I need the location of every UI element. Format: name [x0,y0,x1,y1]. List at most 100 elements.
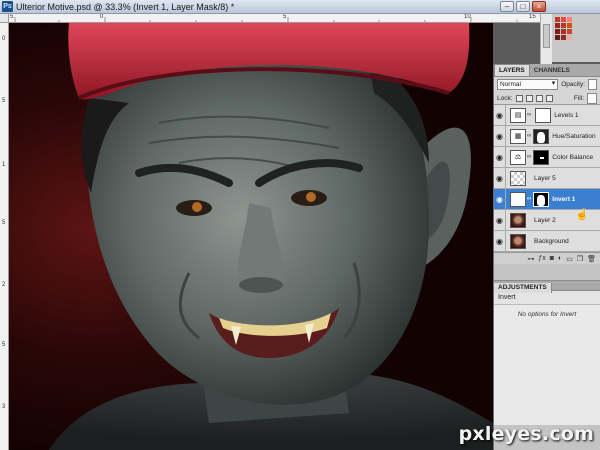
ruler-label: 3 [2,404,6,410]
swatch[interactable] [555,29,560,34]
layer-row[interactable]: ◉ Background [494,230,600,252]
layer-name: Color Balance [552,153,594,161]
swatch[interactable] [561,35,566,40]
document-title: Ulterior Motive.psd @ 33.3% (Invert 1, L… [16,1,235,12]
layer-thumbnail [510,170,526,186]
layer-mask-thumbnail[interactable] [535,107,552,123]
layer-name: Layer 2 [534,216,556,224]
swatch[interactable] [567,29,572,34]
new-layer-icon[interactable]: ❐ [577,255,583,263]
ruler-label: 5 [2,342,6,348]
link-icon: ∞ [527,154,532,160]
fill-field[interactable] [587,92,597,104]
opacity-label: Opacity: [561,81,586,88]
swatch[interactable] [567,23,572,28]
layer-name: Layer 5 [534,174,556,182]
swatch[interactable] [561,17,566,22]
vertical-ruler[interactable]: 0 5 1 5 2 5 3 [0,14,9,450]
maximize-button[interactable]: □ [516,1,530,12]
horizontal-ruler[interactable]: 5 0 5 10 15 [9,14,540,23]
layers-panel-tabs: LAYERS CHANNELS [494,64,600,77]
adjustment-message: No options for Invert [517,311,577,318]
layers-panel: LAYERS CHANNELS Normal Opacity: Lock: Fi… [493,64,600,450]
ruler-label: 1 [2,162,6,168]
ruler-label: 10 [464,14,471,20]
swatch[interactable] [555,35,560,40]
document-canvas[interactable] [9,23,493,450]
lock-pixels-icon[interactable] [525,94,533,102]
window-controls: – □ × [500,1,546,12]
ruler-label: 5 [2,220,6,226]
blend-mode-select[interactable]: Normal [497,79,559,90]
swatch[interactable] [561,29,566,34]
visibility-eye-icon[interactable]: ◉ [494,146,506,168]
hand-cursor-icon: ☝ [575,209,589,221]
opacity-field[interactable] [588,79,597,90]
add-mask-icon[interactable]: ◙ [550,255,554,262]
layer-list: ◉ ▤ ∞ Levels 1 ◉ ▦ ∞ Hue/Saturation ◉ ⚖ … [494,104,600,252]
visibility-eye-icon[interactable]: ◉ [494,188,506,210]
visibility-eye-icon[interactable]: ◉ [494,125,506,147]
new-group-icon[interactable]: ▭ [566,255,573,263]
lock-position-icon[interactable] [535,94,543,102]
canvas-vertical-scrollbar[interactable] [540,14,552,64]
trash-icon[interactable]: 🗑 [587,255,596,263]
link-layers-icon[interactable]: ⊶ [527,255,534,263]
adjustment-layer-icon[interactable]: ◐ [558,255,562,262]
layer-name: Hue/Saturation [552,132,596,140]
layer-mask-thumbnail[interactable] [533,128,550,144]
layer-row[interactable]: ◉ ⚖ ∞ Color Balance [494,146,600,168]
color-balance-adjustment-icon: ⚖ [510,149,526,165]
swatch[interactable] [555,23,560,28]
ruler-label: 5 [283,14,287,20]
photoshop-app-icon: Ps [2,1,13,12]
layers-panel-footer: ⊶ ƒx ◙ ◐ ▭ ❐ 🗑 [494,252,600,264]
ruler-label: 5 [10,14,14,20]
invert-adjustment-icon: ◧ [510,191,526,207]
layer-mask-thumbnail[interactable] [533,191,550,207]
swatch[interactable] [561,23,566,28]
fill-label: Fill: [573,94,584,102]
lock-label: Lock: [497,94,513,102]
swatch[interactable] [555,17,560,22]
layer-thumbnail [510,212,526,228]
watermark-logo: pxleyes.com [458,423,594,445]
tab-adjustments[interactable]: ADJUSTMENTS [494,283,552,293]
tab-channels[interactable]: CHANNELS [530,65,574,76]
visibility-eye-icon[interactable]: ◉ [494,167,506,189]
layer-thumbnail [510,233,526,249]
swatch[interactable] [567,17,572,22]
minimize-button[interactable]: – [500,1,514,12]
ruler-origin[interactable] [0,14,9,23]
vampire-portrait-image [49,23,493,450]
lock-row: Lock: Fill: [494,92,600,105]
tab-layers[interactable]: LAYERS [494,64,530,76]
visibility-eye-icon[interactable]: ◉ [494,104,506,126]
fx-icon[interactable]: ƒx [538,255,545,262]
lock-transparency-icon[interactable] [515,94,523,102]
adjustments-panel-tabs: ADJUSTMENTS [494,280,600,293]
link-icon: ∞ [527,196,532,202]
close-button[interactable]: × [532,1,546,12]
layer-row[interactable]: ◉ ▦ ∞ Hue/Saturation [494,125,600,147]
layer-mask-thumbnail[interactable] [533,149,550,165]
scrollbar-thumb[interactable] [543,24,550,48]
link-icon: ∞ [527,112,532,118]
layer-name: Levels 1 [554,111,579,119]
adjustments-panel-body: No options for Invert [494,305,600,425]
levels-adjustment-icon: ▤ [510,107,526,123]
ruler-label: 5 [2,98,6,104]
visibility-eye-icon[interactable]: ◉ [494,209,506,231]
layer-row[interactable]: ◉ ▤ ∞ Levels 1 [494,104,600,126]
layer-name: Background [534,237,569,245]
ruler-label: 0 [100,14,104,20]
layer-row-selected[interactable]: ◉ ◧ ∞ Invert 1 [494,188,600,210]
visibility-eye-icon[interactable]: ◉ [494,230,506,252]
lock-all-icon[interactable] [545,94,553,102]
horizontal-ruler-ticks [14,17,518,22]
layer-name: Invert 1 [552,195,576,203]
layer-row[interactable]: ◉ Layer 5 [494,167,600,189]
swatch[interactable] [567,35,572,40]
hue-saturation-adjustment-icon: ▦ [510,128,526,144]
ruler-label: 2 [2,282,6,288]
